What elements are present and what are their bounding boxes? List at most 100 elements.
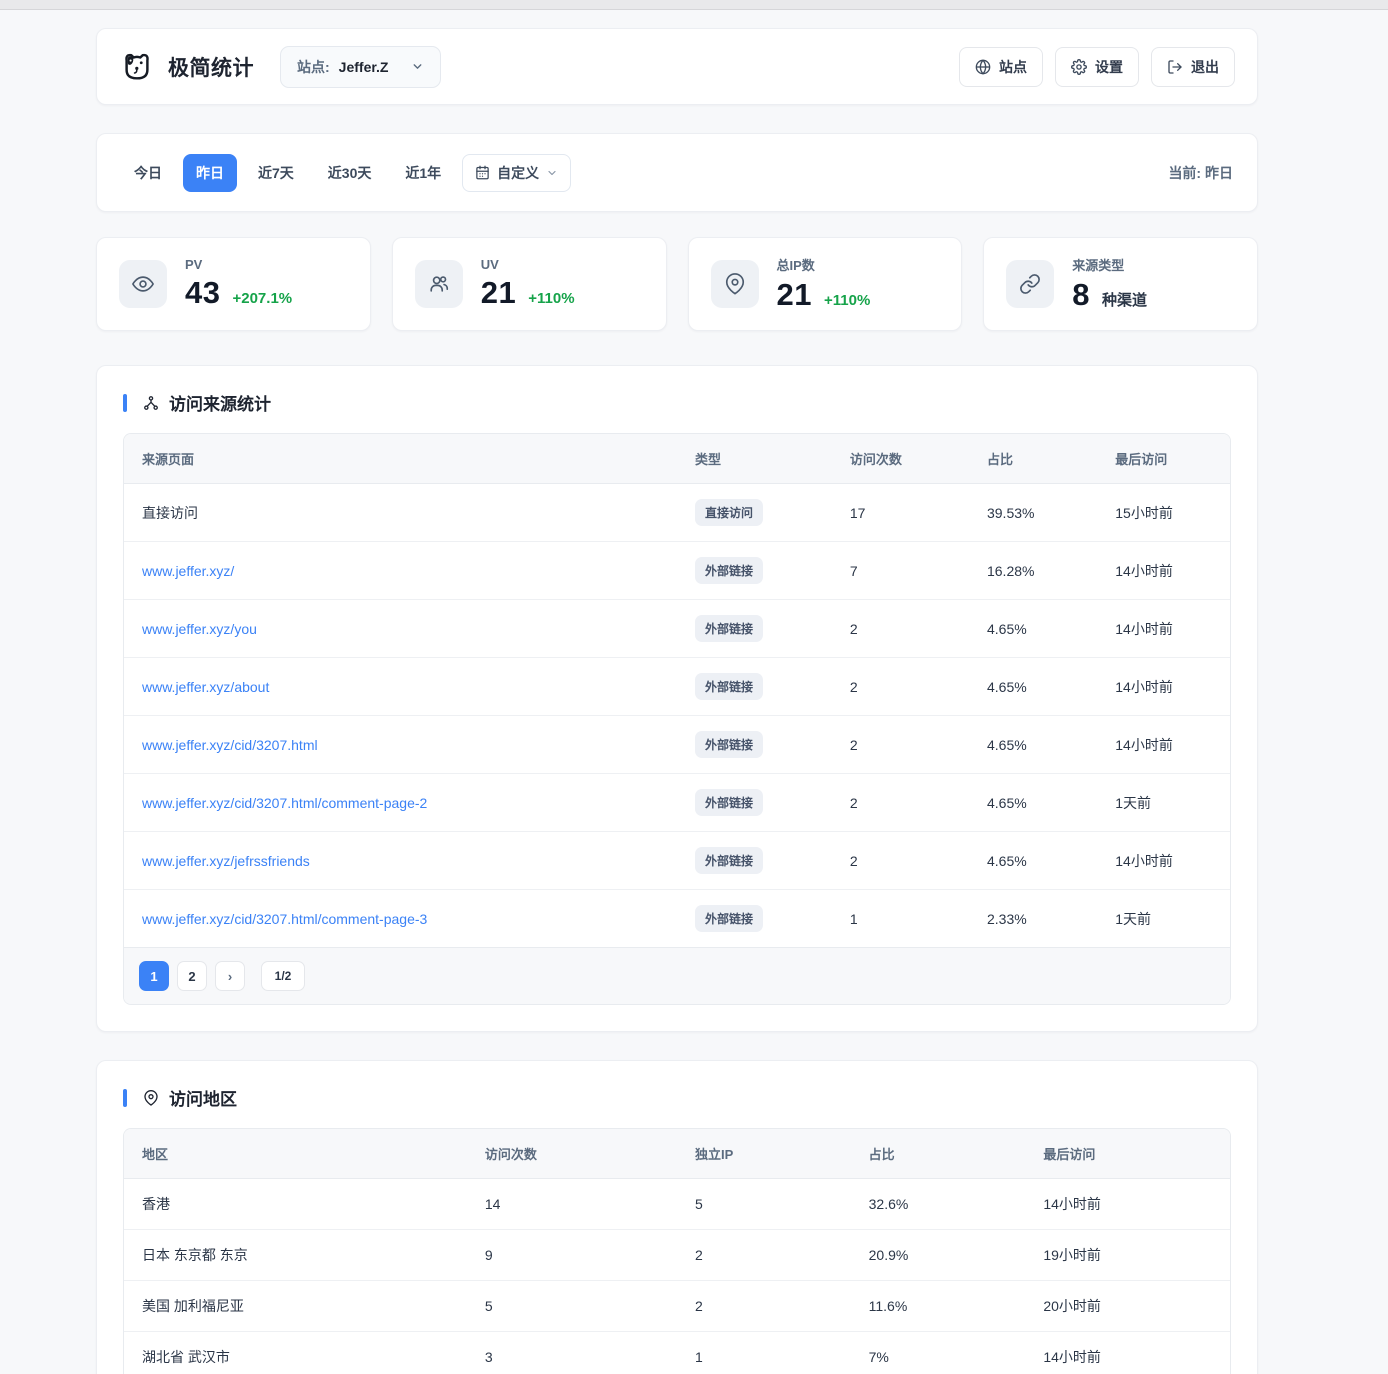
accent-bar — [123, 1089, 127, 1107]
share-cell: 16.28% — [969, 542, 1097, 600]
sources-header-row: 来源页面类型访问次数占比最后访问 — [124, 434, 1230, 484]
stat-delta: +110% — [528, 290, 574, 307]
page-container: 极简统计 站点: Jeffer.Z 站点 设置 — [96, 28, 1258, 1374]
date-tab-昨日[interactable]: 昨日 — [183, 154, 237, 192]
sources-col-header: 类型 — [677, 434, 832, 484]
chevron-down-icon — [546, 167, 558, 179]
share-nodes-icon — [143, 395, 159, 411]
eye-icon — [119, 260, 167, 308]
type-badge: 外部链接 — [695, 789, 763, 816]
source-type-cell: 外部链接 — [677, 658, 832, 716]
share-cell: 39.53% — [969, 484, 1097, 542]
site-selector-label: 站点: — [297, 57, 330, 77]
page-button-1[interactable]: 1 — [139, 961, 169, 991]
regions-header-row: 地区访问次数独立IP占比最后访问 — [124, 1129, 1230, 1179]
source-page-cell: www.jeffer.xyz/cid/3207.html — [124, 716, 677, 774]
sources-section: 访问来源统计 来源页面类型访问次数占比最后访问 直接访问直接访问1739.53%… — [96, 365, 1258, 1032]
visits-cell: 9 — [467, 1230, 677, 1281]
source-page-cell: 直接访问 — [124, 484, 677, 542]
logout-button[interactable]: 退出 — [1151, 47, 1235, 87]
visits-cell: 1 — [832, 890, 969, 948]
table-row: www.jeffer.xyz/about外部链接24.65%14小时前 — [124, 658, 1230, 716]
last-visit-cell: 19小时前 — [1025, 1230, 1230, 1281]
site-selector[interactable]: 站点: Jeffer.Z — [280, 46, 441, 88]
sources-section-title: 访问来源统计 — [123, 390, 1231, 415]
source-type-cell: 外部链接 — [677, 600, 832, 658]
sites-button-label: 站点 — [999, 57, 1027, 77]
sources-col-header: 访问次数 — [832, 434, 969, 484]
visits-cell: 14 — [467, 1179, 677, 1230]
source-page-cell: www.jeffer.xyz/cid/3207.html/comment-pag… — [124, 890, 677, 948]
source-page-cell: www.jeffer.xyz/cid/3207.html/comment-pag… — [124, 774, 677, 832]
source-page-link[interactable]: www.jeffer.xyz/you — [142, 621, 257, 637]
source-type-cell: 外部链接 — [677, 774, 832, 832]
last-visit-cell: 14小时前 — [1097, 600, 1230, 658]
date-tab-近30天[interactable]: 近30天 — [315, 154, 385, 192]
settings-button-label: 设置 — [1095, 57, 1123, 77]
app-header: 极简统计 站点: Jeffer.Z 站点 设置 — [96, 28, 1258, 105]
source-page-link[interactable]: www.jeffer.xyz/ — [142, 563, 234, 579]
chevron-down-icon — [411, 60, 424, 73]
browser-chrome-strip — [0, 0, 1388, 10]
link-icon — [1006, 260, 1054, 308]
type-badge: 外部链接 — [695, 557, 763, 584]
source-type-cell: 外部链接 — [677, 716, 832, 774]
visits-cell: 5 — [467, 1281, 677, 1332]
source-page-link[interactable]: www.jeffer.xyz/cid/3207.html/comment-pag… — [142, 795, 427, 811]
unique-ip-cell: 2 — [677, 1281, 851, 1332]
visits-cell: 17 — [832, 484, 969, 542]
regions-col-header: 地区 — [124, 1129, 467, 1179]
settings-button[interactable]: 设置 — [1055, 47, 1139, 87]
source-type-cell: 直接访问 — [677, 484, 832, 542]
app-title: 极简统计 — [168, 52, 254, 82]
calendar-icon — [475, 165, 490, 180]
sites-button[interactable]: 站点 — [959, 47, 1043, 87]
table-row: www.jeffer.xyz/you外部链接24.65%14小时前 — [124, 600, 1230, 658]
stat-card-total-ip: 总IP数 21 +110% — [688, 237, 963, 331]
last-visit-cell: 15小时前 — [1097, 484, 1230, 542]
source-page-link[interactable]: www.jeffer.xyz/cid/3207.html — [142, 737, 318, 753]
regions-col-header: 独立IP — [677, 1129, 851, 1179]
globe-icon — [975, 59, 991, 75]
stat-card-uv: UV 21 +110% — [392, 237, 667, 331]
sources-tbody: 直接访问直接访问1739.53%15小时前www.jeffer.xyz/外部链接… — [124, 484, 1230, 948]
visits-cell: 2 — [832, 658, 969, 716]
source-page-text: 直接访问 — [142, 505, 198, 521]
stat-label: 总IP数 — [777, 255, 871, 274]
sources-col-header: 来源页面 — [124, 434, 677, 484]
source-page-link[interactable]: www.jeffer.xyz/about — [142, 679, 269, 695]
date-tab-近7天[interactable]: 近7天 — [245, 154, 307, 192]
unique-ip-cell: 1 — [677, 1332, 851, 1374]
stat-card-source-types: 来源类型 8 种渠道 — [983, 237, 1258, 331]
logout-icon — [1167, 59, 1183, 75]
visits-cell: 7 — [832, 542, 969, 600]
sources-table-wrap: 来源页面类型访问次数占比最后访问 直接访问直接访问1739.53%15小时前ww… — [123, 433, 1231, 1005]
page-button-2[interactable]: 2 — [177, 961, 207, 991]
stat-label: 来源类型 — [1072, 255, 1147, 274]
regions-col-header: 最后访问 — [1025, 1129, 1230, 1179]
type-badge: 外部链接 — [695, 673, 763, 700]
share-cell: 4.65% — [969, 774, 1097, 832]
stat-value: 43 — [185, 275, 220, 311]
section-title-text: 访问来源统计 — [169, 390, 271, 415]
header-actions: 站点 设置 退出 — [959, 47, 1235, 87]
custom-range-button[interactable]: 自定义 — [462, 154, 571, 192]
stat-label: UV — [481, 257, 575, 272]
share-cell: 4.65% — [969, 600, 1097, 658]
source-page-link[interactable]: www.jeffer.xyz/jefrssfriends — [142, 853, 310, 869]
source-type-cell: 外部链接 — [677, 832, 832, 890]
source-page-link[interactable]: www.jeffer.xyz/cid/3207.html/comment-pag… — [142, 911, 427, 927]
date-tab-今日[interactable]: 今日 — [121, 154, 175, 192]
last-visit-cell: 14小时前 — [1025, 1179, 1230, 1230]
accent-bar — [123, 394, 127, 412]
next-page-button[interactable]: › — [215, 961, 245, 991]
gear-icon — [1071, 59, 1087, 75]
region-cell: 湖北省 武汉市 — [124, 1332, 467, 1374]
last-visit-cell: 20小时前 — [1025, 1281, 1230, 1332]
table-row: 湖北省 武汉市317%14小时前 — [124, 1332, 1230, 1374]
date-tab-近1年[interactable]: 近1年 — [392, 154, 454, 192]
visits-cell: 2 — [832, 774, 969, 832]
table-row: 美国 加利福尼亚5211.6%20小时前 — [124, 1281, 1230, 1332]
share-cell: 11.6% — [851, 1281, 1026, 1332]
logout-button-label: 退出 — [1191, 57, 1219, 77]
